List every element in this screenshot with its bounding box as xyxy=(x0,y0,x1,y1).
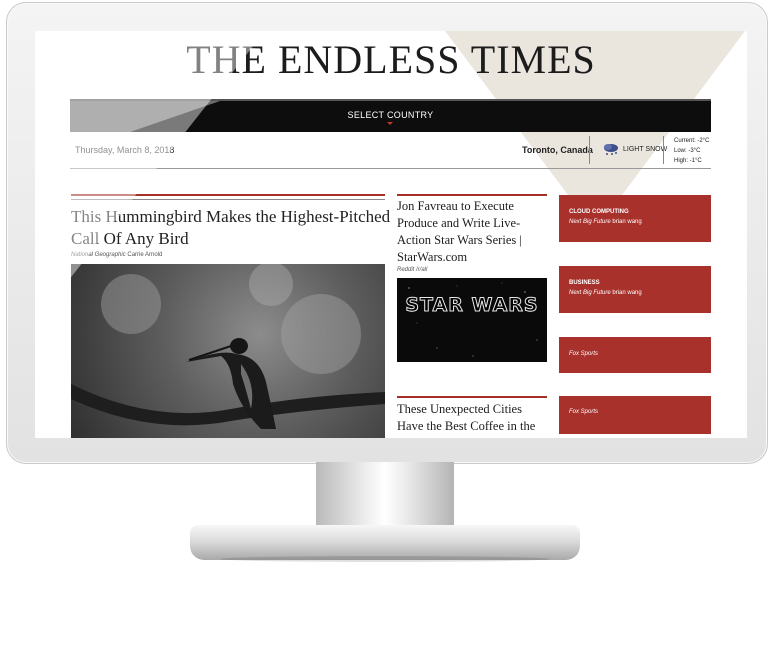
story-source: Reddit /r/all xyxy=(397,267,428,273)
card-author: brian wang xyxy=(612,219,642,225)
hummingbird-illustration xyxy=(71,264,385,429)
sidebar-card[interactable]: Fox Sports xyxy=(559,396,711,434)
card-author: brian wang xyxy=(612,290,642,296)
stand-shadow xyxy=(220,556,550,562)
temp-high: High: -1°C xyxy=(674,158,702,164)
monitor-stand-base xyxy=(190,525,580,560)
card-category: CLOUD COMPUTING xyxy=(569,209,629,215)
divider xyxy=(589,136,590,164)
card-category: BUSINESS xyxy=(569,280,600,286)
monitor-stand-neck xyxy=(316,462,454,534)
card-source: Fox Sports xyxy=(569,409,599,415)
chevron-down-icon xyxy=(387,122,393,125)
temp-low: Low: -3°C xyxy=(674,148,701,154)
sidebar-card[interactable]: BUSINESS Next Big Future brian wang xyxy=(559,266,711,313)
card-byline: Next Big Future brian wang xyxy=(569,219,642,225)
screen: THE ENDLESS TIMES SELECT COUNTRY Thursda… xyxy=(35,31,747,438)
story-rule xyxy=(397,396,547,398)
temperature-list: Current: -2°C Low: -3°C High: -1°C xyxy=(674,136,709,166)
snow-cloud-icon xyxy=(604,144,618,155)
monitor-bezel: THE ENDLESS TIMES SELECT COUNTRY Thursda… xyxy=(6,2,768,464)
location-label[interactable]: Toronto, Canada xyxy=(522,145,593,155)
card-byline: Next Big Future brian wang xyxy=(569,290,642,296)
star-wars-image[interactable]: STAR WARS xyxy=(397,278,547,362)
story-rule xyxy=(397,194,547,196)
story-headline[interactable]: These Unexpected Cities Have the Best Co… xyxy=(397,401,549,435)
starfield xyxy=(408,282,538,357)
weather-condition: LIGHT SNOW xyxy=(623,146,668,153)
sidebar-card[interactable]: CLOUD COMPUTING Next Big Future brian wa… xyxy=(559,195,711,242)
card-source: Next Big Future xyxy=(569,290,611,296)
hummingbird-photo[interactable] xyxy=(71,264,385,438)
temp-current: Current: -2°C xyxy=(674,138,710,144)
story-author: Carrie Arnold xyxy=(127,252,163,258)
card-source: Fox Sports xyxy=(569,351,599,357)
star-wars-logo-text: STAR WARS xyxy=(405,294,539,316)
story-headline[interactable]: Jon Favreau to Execute Produce and Write… xyxy=(397,198,549,266)
divider xyxy=(663,136,664,164)
card-source: Next Big Future xyxy=(569,219,611,225)
sidebar-card[interactable]: Fox Sports xyxy=(559,337,711,373)
